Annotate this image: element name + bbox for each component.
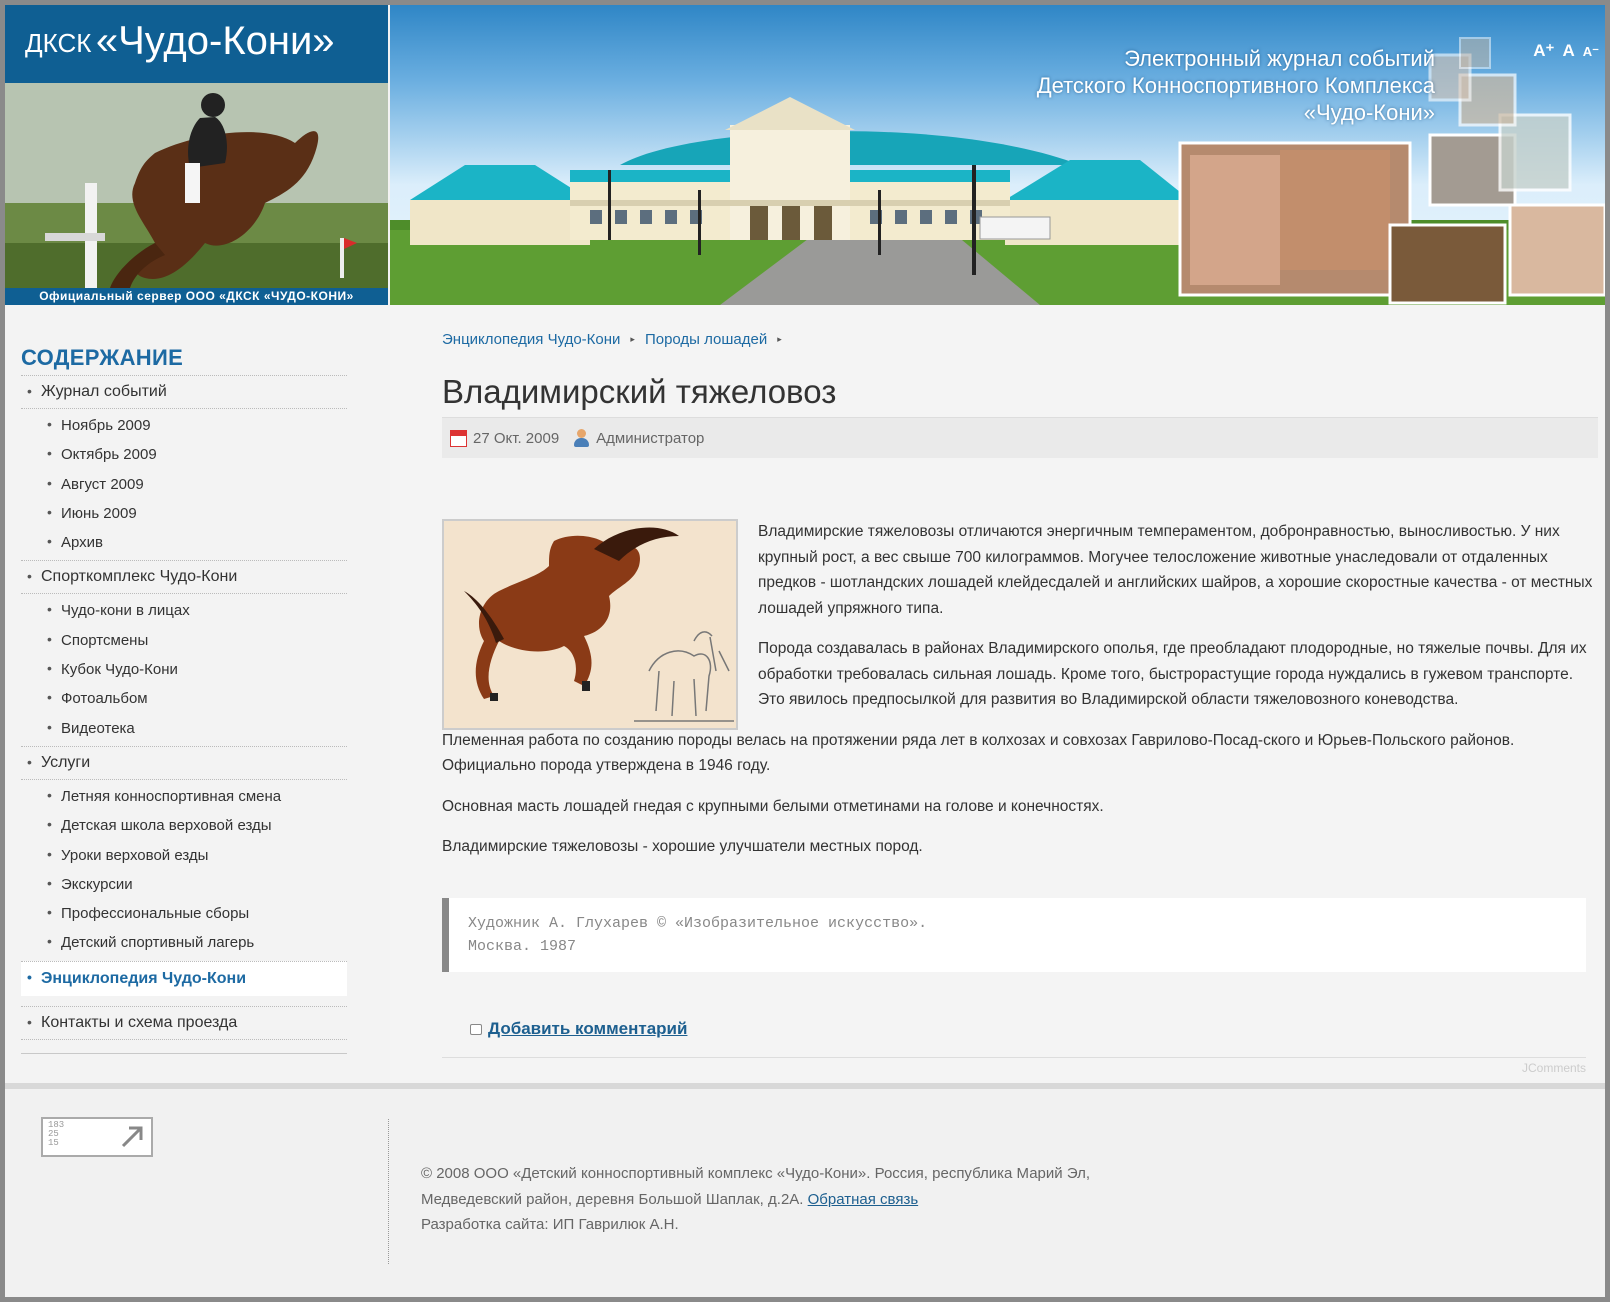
article-paragraph: Владимирские тяжеловозы отличаются энерг… — [758, 523, 1593, 617]
sidebar-divider — [21, 1053, 347, 1054]
submenu-item[interactable]: Экскурсии — [21, 870, 347, 899]
breadcrumb-separator-icon: ▸ — [630, 334, 635, 344]
article-author: Администратор — [596, 429, 705, 447]
breadcrumb: Энциклопедия Чудо-Кони ▸ Породы лошадей … — [442, 331, 782, 348]
footer-developer: Разработка сайта: ИП Гаврилюк А.Н. — [421, 1216, 679, 1233]
banner-title-line: Электронный журнал событий — [1124, 46, 1435, 71]
submenu-item[interactable]: Чудо-кони в лицах — [21, 596, 347, 625]
article-paragraph: Владимирские тяжеловозы - хорошие улучша… — [442, 838, 923, 855]
submenu-journal: Ноябрь 2009 Октябрь 2009 Август 2009 Июн… — [21, 408, 347, 560]
breadcrumb-link[interactable]: Породы лошадей — [645, 331, 767, 348]
footer-text: © 2008 ООО «Детский конноспортивный комп… — [421, 1161, 1141, 1238]
submenu-item[interactable]: Архив — [21, 528, 347, 557]
article-paragraph: Племенная работа по созданию породы вела… — [442, 731, 1515, 775]
banner-title: Электронный журнал событий Детского Конн… — [955, 45, 1435, 126]
site-logo[interactable]: ДКСК «Чудо-Кони» — [5, 5, 388, 83]
add-comment: Добавить комментарий — [470, 1019, 687, 1039]
comment-icon — [470, 1023, 482, 1035]
article-meta: 27 Окт. 2009 Администратор — [442, 417, 1598, 458]
menu-link-contacts[interactable]: Контакты и схема проезда — [21, 1007, 347, 1039]
sidebar-title: СОДЕРЖАНИЕ — [21, 345, 184, 370]
site-footer: 183 25 15 © 2008 ООО «Детский конноспорт… — [5, 1089, 1605, 1297]
footer-copyright: © 2008 ООО «Детский конноспортивный комп… — [421, 1165, 1091, 1182]
arrow-up-right-icon — [121, 1126, 143, 1148]
breadcrumb-link[interactable]: Энциклопедия Чудо-Кони — [442, 331, 620, 348]
menu-divider — [21, 1038, 347, 1040]
submenu-item[interactable]: Уроки верховой езды — [21, 841, 347, 870]
article-title: Владимирский тяжеловоз — [442, 373, 837, 410]
user-icon — [573, 429, 590, 447]
site-header: ДКСК «Чудо-Кони» Официальный сервер ООО … — [5, 5, 1605, 305]
calendar-icon — [450, 429, 467, 447]
article-paragraph: Порода создавалась в районах Владимирско… — [758, 640, 1587, 708]
submenu-item[interactable]: Профессиональные сборы — [21, 899, 347, 928]
submenu-item[interactable]: Видеотека — [21, 714, 347, 743]
article-body: Владимирские тяжеловозы отличаются энерг… — [442, 519, 1598, 875]
menu-link-journal[interactable]: Журнал событий — [21, 376, 347, 408]
article-quote: Художник А. Глухарев © «Изобразительное … — [442, 898, 1586, 972]
menu-link-services[interactable]: Услуги — [21, 747, 347, 779]
logo-panel[interactable]: ДКСК «Чудо-Кони» Официальный сервер ООО … — [5, 5, 388, 305]
logo-small-text: ДКСК — [25, 28, 92, 58]
font-increase-button[interactable]: A⁺ — [1533, 41, 1554, 61]
submenu-services: Летняя конноспортивная смена Детская шко… — [21, 778, 347, 961]
submenu-item[interactable]: Ноябрь 2009 — [21, 411, 347, 440]
font-size-controls: A⁺ A A⁻ — [1533, 41, 1599, 61]
banner-title-line: Детского Конноспортивного Комплекса — [1036, 73, 1435, 98]
horse-jump-illustration — [5, 83, 388, 288]
submenu-item[interactable]: Детский спортивный лагерь — [21, 928, 347, 957]
submenu-item[interactable]: Спортсмены — [21, 626, 347, 655]
sidebar: СОДЕРЖАНИЕ Журнал событий Ноябрь 2009 Ок… — [5, 305, 390, 1083]
article-paragraph: Основная масть лошадей гнедая с крупными… — [442, 797, 1104, 815]
submenu-item[interactable]: Летняя конноспортивная смена — [21, 782, 347, 811]
add-comment-link[interactable]: Добавить комментарий — [488, 1019, 687, 1039]
submenu-item[interactable]: Фотоальбом — [21, 684, 347, 713]
submenu-item[interactable]: Август 2009 — [21, 470, 347, 499]
main-menu: Журнал событий Ноябрь 2009 Октябрь 2009 … — [21, 375, 347, 1040]
quote-line: Художник А. Глухарев © «Изобразительное … — [468, 915, 928, 932]
counter-numbers: 183 25 15 — [48, 1121, 64, 1148]
submenu-item[interactable]: Октябрь 2009 — [21, 440, 347, 469]
submenu-item[interactable]: Июнь 2009 — [21, 499, 347, 528]
menu-link-encyclopedia[interactable]: Энциклопедия Чудо-Кони — [21, 962, 347, 996]
font-decrease-button[interactable]: A⁻ — [1583, 44, 1599, 60]
footer-divider — [388, 1119, 389, 1264]
logo-caption: Официальный сервер ООО «ДКСК «ЧУДО-КОНИ» — [5, 288, 388, 305]
visitor-counter[interactable]: 183 25 15 — [41, 1117, 153, 1157]
menu-item-sportcomplex: Спорткомплекс Чудо-Кони Чудо-кони в лица… — [21, 560, 347, 745]
menu-link-sportcomplex[interactable]: Спорткомплекс Чудо-Кони — [21, 561, 347, 593]
feedback-link[interactable]: Обратная связь — [808, 1191, 919, 1208]
footer-address: Медведевский район, деревня Большой Шапл… — [421, 1190, 804, 1208]
logo-jumping-horse-photo — [5, 83, 388, 288]
counter-number: 15 — [48, 1138, 59, 1148]
menu-item-encyclopedia: Энциклопедия Чудо-Кони — [21, 960, 347, 996]
article-date: 27 Окт. 2009 — [473, 429, 560, 447]
submenu-sportcomplex: Чудо-кони в лицах Спортсмены Кубок Чудо-… — [21, 593, 347, 745]
logo-big-text: «Чудо-Кони» — [95, 19, 335, 63]
header-banner: Электронный журнал событий Детского Конн… — [390, 5, 1605, 305]
banner-title-line: «Чудо-Кони» — [1303, 100, 1435, 125]
menu-item-contacts: Контакты и схема проезда — [21, 1005, 347, 1039]
page: ДКСК «Чудо-Кони» Официальный сервер ООО … — [5, 5, 1605, 1297]
quote-line: Москва. 1987 — [468, 938, 577, 955]
main-content: Энциклопедия Чудо-Кони ▸ Породы лошадей … — [390, 305, 1605, 1083]
menu-item-services: Услуги Летняя конноспортивная смена Детс… — [21, 745, 347, 961]
footer-address-line: Медведевский район, деревня Большой Шапл… — [421, 1187, 1141, 1213]
comments-divider — [442, 1057, 1586, 1058]
submenu-item[interactable]: Кубок Чудо-Кони — [21, 655, 347, 684]
font-reset-button[interactable]: A — [1562, 41, 1574, 61]
menu-item-journal: Журнал событий Ноябрь 2009 Октябрь 2009 … — [21, 375, 347, 560]
breadcrumb-separator-icon: ▸ — [777, 334, 782, 344]
submenu-item[interactable]: Детская школа верховой езды — [21, 811, 347, 840]
jcomments-label[interactable]: JComments — [1522, 1061, 1586, 1075]
